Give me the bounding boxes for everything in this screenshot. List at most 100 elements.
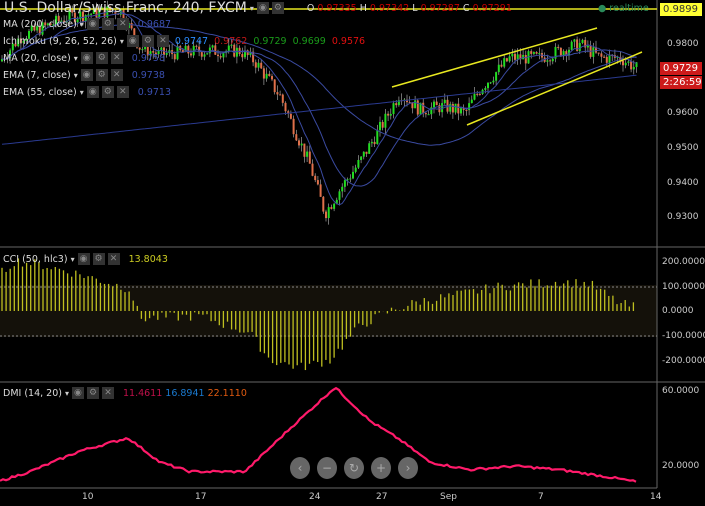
symbol-title[interactable]: U.S. Dollar/Swiss Franc, 240, FXCM: [4, 0, 247, 16]
gear-icon[interactable]: ⚙: [101, 18, 114, 30]
candle: [624, 62, 627, 66]
close-icon[interactable]: ✕: [116, 86, 129, 98]
candle: [381, 121, 384, 128]
candle: [343, 180, 346, 187]
candle: [241, 54, 244, 58]
indicator-value: 0.9576: [331, 35, 366, 47]
cci-tick: 100.0000: [662, 282, 705, 292]
candle: [454, 103, 457, 113]
candle: [460, 108, 462, 114]
cci-tick: 0.0000: [662, 306, 694, 316]
candle: [508, 56, 511, 62]
candle: [524, 54, 527, 64]
candle: [586, 45, 589, 48]
candle: [503, 58, 506, 67]
eye-icon[interactable]: ◉: [80, 69, 93, 81]
candle: [535, 52, 538, 54]
indicator-name[interactable]: MA (200, close): [3, 19, 77, 30]
candle: [360, 156, 363, 160]
realtime-indicator: ● realtime: [598, 3, 649, 14]
gear-icon[interactable]: ⚙: [86, 387, 99, 399]
indicator-value: 0.9729: [253, 35, 287, 47]
candle: [379, 121, 381, 131]
candle: [271, 76, 273, 80]
candle: [427, 114, 430, 116]
chevron-down-icon[interactable]: ▾: [80, 20, 84, 29]
candle: [298, 140, 300, 146]
gear-icon[interactable]: ⚙: [95, 69, 108, 81]
candle: [473, 93, 476, 100]
chevron-down-icon[interactable]: ▾: [80, 88, 84, 97]
gear-icon[interactable]: ⚙: [101, 86, 114, 98]
chevron-down-icon[interactable]: ▾: [74, 71, 78, 80]
candle: [222, 53, 225, 58]
candle: [532, 52, 535, 54]
dmi-tick: 60.0000: [662, 386, 700, 396]
scroll-left-button[interactable]: ‹: [290, 457, 310, 479]
candle: [203, 54, 206, 57]
indicator-name[interactable]: EMA (7, close): [3, 70, 71, 81]
candle: [316, 180, 319, 185]
eye-icon[interactable]: ◉: [80, 52, 93, 64]
candle: [289, 113, 292, 119]
candle: [373, 141, 376, 145]
indicator-name[interactable]: EMA (55, close): [3, 87, 77, 98]
zoom-out-button[interactable]: −: [317, 457, 337, 479]
close-icon[interactable]: ✕: [110, 52, 123, 64]
price-tick: 0.9300: [667, 212, 699, 222]
candle: [357, 159, 360, 168]
candle: [354, 167, 357, 172]
gear-icon[interactable]: ⚙: [271, 2, 284, 14]
eye-icon[interactable]: ◉: [126, 35, 139, 47]
price-tick: 0.9400: [667, 178, 699, 188]
cci-tick: -100.0000: [662, 331, 705, 341]
candle: [281, 94, 284, 103]
candle: [495, 72, 498, 81]
candle: [306, 151, 309, 157]
reset-button[interactable]: ↻: [344, 457, 364, 479]
chevron-down-icon[interactable]: ▾: [74, 54, 78, 63]
candle: [349, 178, 352, 180]
candle: [389, 113, 392, 116]
time-tick: Sep: [440, 492, 457, 502]
close-icon[interactable]: ✕: [107, 253, 120, 265]
chevron-down-icon[interactable]: ▾: [120, 37, 124, 46]
scroll-right-button[interactable]: ›: [398, 457, 418, 479]
close-icon[interactable]: ✕: [101, 387, 114, 399]
gear-icon[interactable]: ⚙: [92, 253, 105, 265]
price-tick: 0.9600: [667, 108, 699, 118]
candle: [384, 113, 387, 128]
candle: [300, 143, 303, 146]
gear-icon[interactable]: ⚙: [141, 35, 154, 47]
candle: [208, 47, 211, 54]
candle: [489, 82, 492, 84]
eye-icon[interactable]: ◉: [71, 387, 84, 399]
gear-icon[interactable]: ⚙: [95, 52, 108, 64]
time-tick: 14: [650, 492, 662, 502]
candle: [311, 163, 314, 176]
indicator-name[interactable]: MA (20, close): [3, 53, 71, 64]
candle: [435, 101, 438, 106]
cci-band: [0, 285, 657, 337]
eye-icon[interactable]: ◉: [256, 2, 269, 14]
candle: [362, 151, 365, 157]
chevron-down-icon[interactable]: ▾: [250, 4, 254, 13]
eye-icon[interactable]: ◉: [86, 18, 99, 30]
candle: [330, 207, 333, 209]
candle: [578, 42, 581, 51]
candle: [319, 184, 322, 197]
close-icon[interactable]: ✕: [116, 18, 129, 30]
close-icon[interactable]: ✕: [110, 69, 123, 81]
candle: [505, 58, 508, 62]
candle: [370, 141, 373, 144]
indicator-name[interactable]: Ichimoku (9, 26, 52, 26): [3, 36, 117, 47]
candle: [608, 54, 611, 63]
candle: [292, 118, 295, 135]
close-icon[interactable]: ✕: [156, 35, 169, 47]
candle: [630, 61, 633, 70]
zoom-in-button[interactable]: +: [371, 457, 391, 479]
indicator-value: 0.9713: [137, 86, 171, 98]
eye-icon[interactable]: ◉: [86, 86, 99, 98]
eye-icon[interactable]: ◉: [77, 253, 90, 265]
candle: [581, 39, 584, 43]
